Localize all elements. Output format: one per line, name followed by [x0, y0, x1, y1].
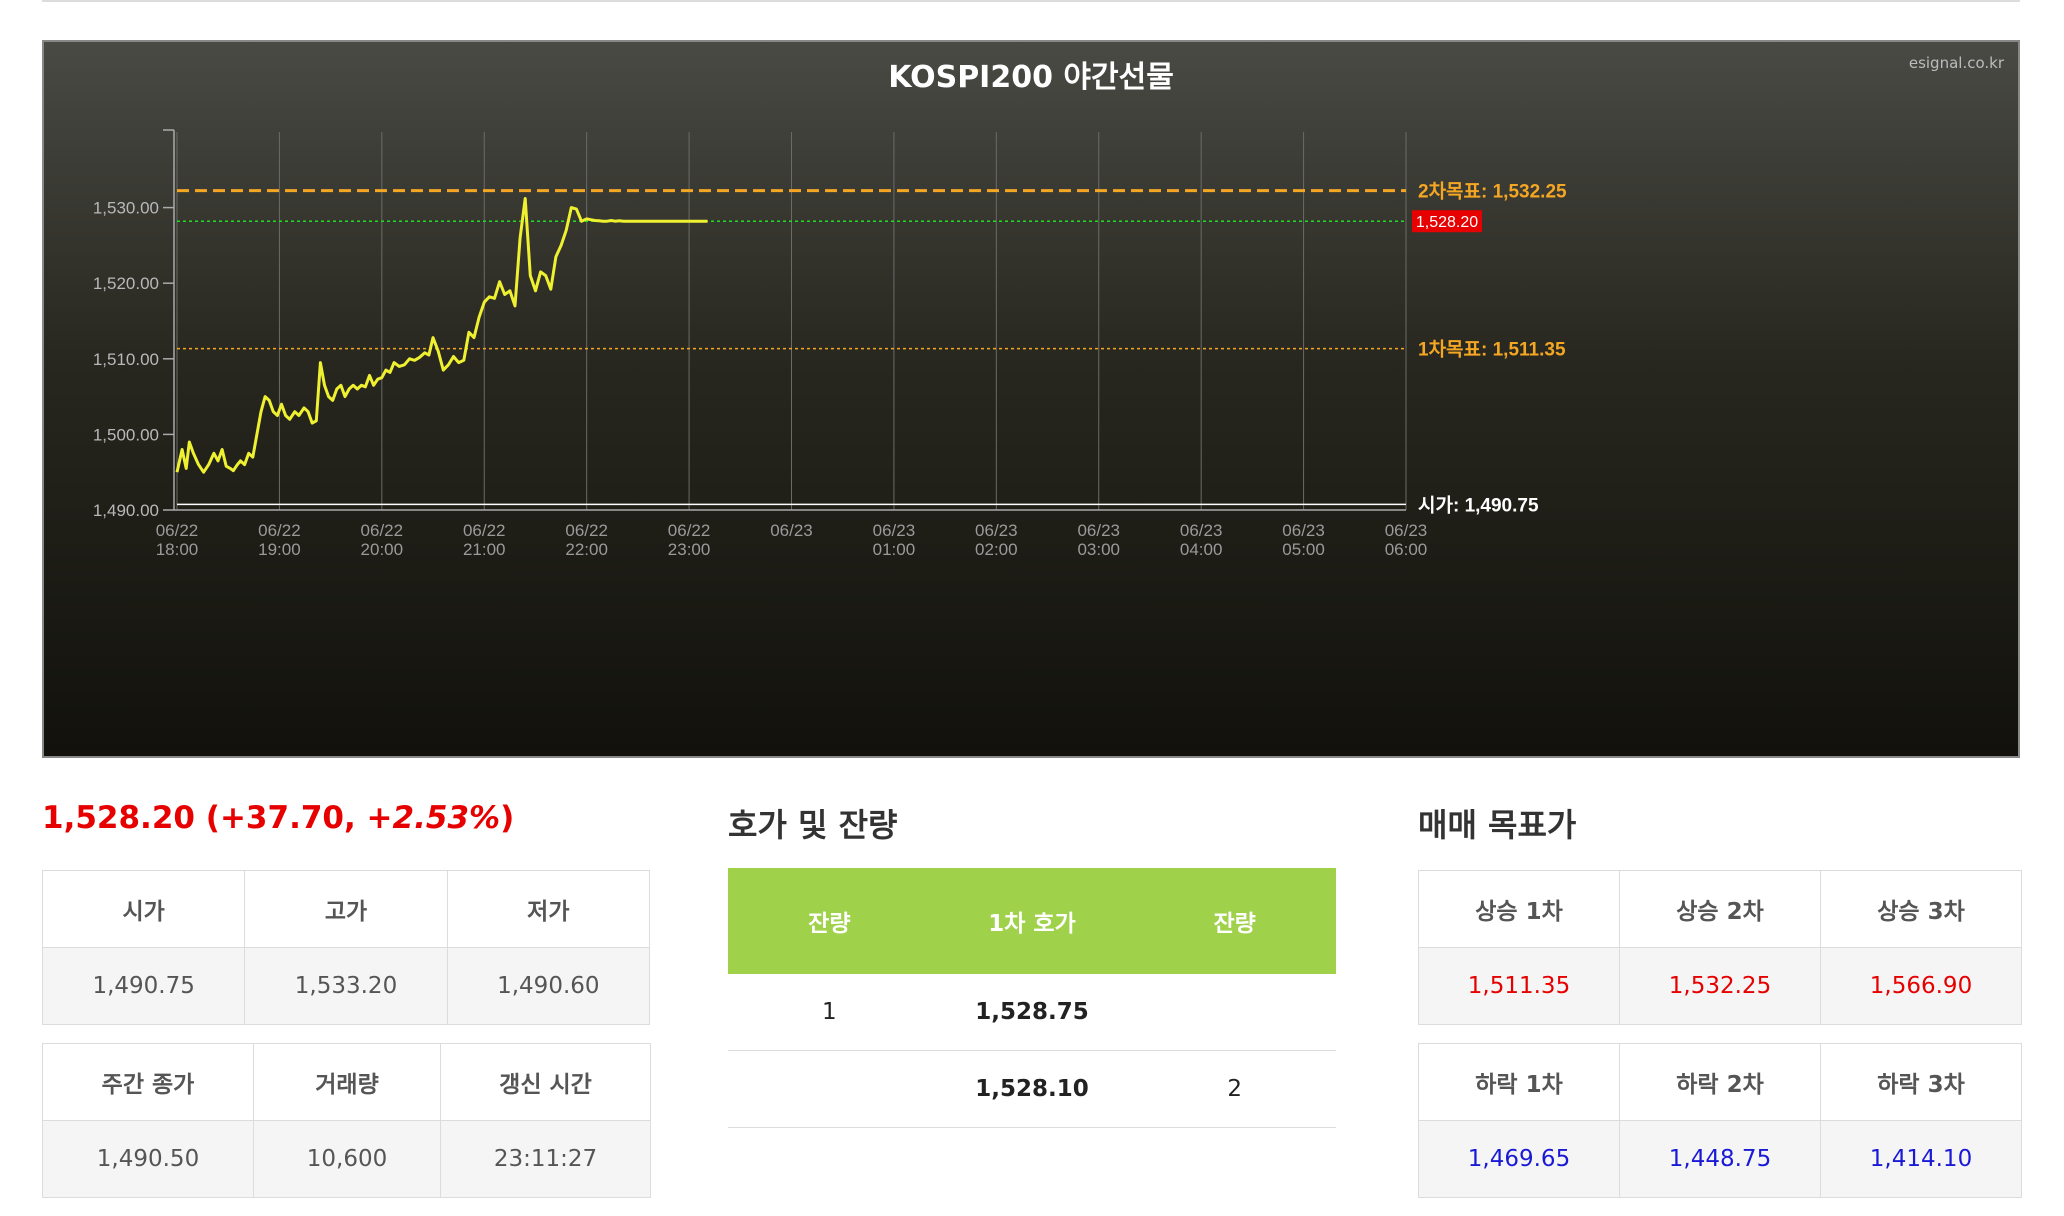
headline-pct: 2.53% [392, 800, 501, 836]
header-day-close: 주간 종가 [42, 1043, 254, 1121]
orderbook-title: 호가 및 잔량 [728, 806, 898, 844]
reference-line-label: 2차목표: 1,532.25 [1418, 181, 1567, 203]
chart-credit: esignal.co.kr [1908, 54, 2004, 72]
header-high: 고가 [244, 870, 448, 948]
x-tick-date: 06/23 [1180, 521, 1223, 540]
x-tick-time: 05:00 [1282, 540, 1325, 559]
summary-table-2: 주간 종가 거래량 갱신 시간 1,490.50 10,600 23:11:27 [42, 1043, 651, 1198]
x-tick-time: 23:00 [668, 540, 711, 559]
orderbook-table: 잔량 1차 호가 잔량 1 1,528.75 1,528.10 2 [728, 868, 1336, 1128]
y-tick-label: 1,530.00 [93, 199, 159, 218]
value-day-close: 1,490.50 [42, 1120, 254, 1198]
headline-close: ) [500, 800, 515, 836]
ask-qty: 1 [728, 974, 931, 1051]
price-headline: 1,528.20 (+37.70, +2.53%) [42, 800, 514, 836]
value-low: 1,490.60 [446, 947, 651, 1025]
bid-qty: 2 [1133, 1050, 1336, 1128]
header-volume: 거래량 [253, 1043, 441, 1121]
x-tick-time: 22:00 [565, 540, 608, 559]
x-tick-time: 03:00 [1077, 540, 1120, 559]
x-tick-date: 06/23 [1385, 521, 1428, 540]
x-tick-time: 18:00 [156, 540, 199, 559]
chart-title: KOSPI200 야간선물 [888, 60, 1174, 95]
price-line [175, 197, 708, 474]
top-divider [42, 0, 2020, 2]
headline-price: 1,528.20 [42, 800, 195, 836]
value-up-1: 1,511.35 [1418, 947, 1620, 1025]
x-tick-date: 06/23 [873, 521, 916, 540]
summary-table-1: 시가 고가 저가 1,490.75 1,533.20 1,490.60 [41, 870, 651, 1025]
x-tick-date: 06/22 [258, 521, 301, 540]
headline-change: (+37.70, + [205, 800, 393, 836]
value-down-1: 1,469.65 [1418, 1120, 1620, 1198]
value-up-2: 1,532.25 [1619, 947, 1821, 1025]
bid-qty [1133, 974, 1336, 1051]
current-price-label: 1,528.20 [1416, 214, 1478, 231]
x-tick-date: 06/23 [1282, 521, 1325, 540]
x-tick-date: 06/22 [156, 521, 199, 540]
targets-title: 매매 목표가 [1418, 806, 1577, 844]
value-open: 1,490.75 [41, 947, 246, 1025]
orderbook-row: 1 1,528.75 [728, 974, 1336, 1051]
value-down-3: 1,414.10 [1820, 1120, 2022, 1198]
x-tick-time: 20:00 [361, 540, 404, 559]
header-open: 시가 [41, 870, 246, 948]
x-tick-date: 06/22 [565, 521, 608, 540]
header-down-3: 하락 3차 [1820, 1043, 2022, 1121]
value-down-2: 1,448.75 [1619, 1120, 1821, 1198]
x-tick-date: 06/22 [463, 521, 506, 540]
value-update-time: 23:11:27 [440, 1120, 651, 1198]
ask-qty [728, 1050, 931, 1128]
x-tick-date: 06/23 [1077, 521, 1120, 540]
value-high: 1,533.20 [244, 947, 448, 1025]
x-tick-time: 19:00 [258, 540, 301, 559]
chart-panel: 06/22 18:00 06/22 19:00 06/22 20:00 06/22 21:00… [42, 40, 2020, 758]
price-chart: 06/2218:0006/2219:0006/2220:0006/2221:00… [93, 129, 1567, 559]
reference-line-label: 1차목표: 1,511.35 [1418, 339, 1566, 361]
x-tick-time: 04:00 [1180, 540, 1223, 559]
header-low: 저가 [446, 870, 651, 948]
bid-price: 1,528.10 [930, 1050, 1134, 1128]
x-tick-date: 06/22 [668, 521, 711, 540]
header-up-2: 상승 2차 [1619, 870, 1821, 948]
ask-price: 1,528.75 [930, 974, 1134, 1051]
value-volume: 10,600 [253, 1120, 441, 1198]
reference-line-label: 시가: 1,490.75 [1418, 494, 1539, 516]
header-quote: 1차 호가 [930, 868, 1134, 974]
x-tick-date: 06/23 [975, 521, 1018, 540]
x-tick-date: 06/22 [361, 521, 404, 540]
y-tick-label: 1,520.00 [93, 274, 159, 293]
value-up-3: 1,566.90 [1820, 947, 2022, 1025]
y-tick-label: 1,510.00 [93, 350, 159, 369]
x-tick-date: 06/23 [770, 521, 813, 540]
header-down-2: 하락 2차 [1619, 1043, 1821, 1121]
x-tick-time: 06:00 [1385, 540, 1428, 559]
x-tick-time: 01:00 [873, 540, 916, 559]
header-ask-qty: 잔량 [728, 868, 931, 974]
header-update-time: 갱신 시간 [440, 1043, 651, 1121]
y-tick-label: 1,490.00 [93, 501, 159, 520]
targets-down-table: 하락 1차 하락 2차 하락 3차 1,469.65 1,448.75 1,41… [1418, 1043, 2022, 1198]
header-bid-qty: 잔량 [1133, 868, 1336, 974]
x-tick-time: 02:00 [975, 540, 1018, 559]
header-down-1: 하락 1차 [1418, 1043, 1620, 1121]
x-tick-time: 21:00 [463, 540, 506, 559]
header-up-1: 상승 1차 [1418, 870, 1620, 948]
targets-up-table: 상승 1차 상승 2차 상승 3차 1,511.35 1,532.25 1,56… [1418, 870, 2022, 1025]
y-tick-label: 1,500.00 [93, 425, 159, 444]
orderbook-row: 1,528.10 2 [728, 1050, 1336, 1128]
header-up-3: 상승 3차 [1820, 870, 2022, 948]
